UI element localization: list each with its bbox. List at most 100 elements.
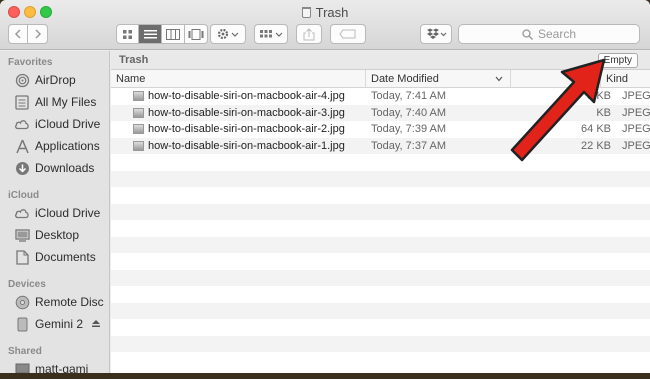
finder-window: Trash Search Favorites AirDrop All My Fi… (0, 0, 650, 373)
trash-location-bar: Trash Empty (111, 51, 650, 70)
navigation-buttons (8, 24, 48, 44)
list-view-button[interactable] (139, 24, 162, 44)
file-size: 64 KB (581, 123, 611, 135)
arrange-menu-button[interactable] (254, 24, 288, 44)
sidebar-item-icloud-drive[interactable]: iCloud Drive (14, 114, 110, 134)
file-name-cell: how-to-disable-siri-on-macbook-air-4.jpg (133, 88, 345, 105)
desktop-icon (14, 227, 30, 243)
empty-row (111, 220, 650, 237)
cloud-icon (14, 116, 30, 132)
sidebar-item-label: AirDrop (35, 73, 76, 87)
icon-view-icon (123, 29, 132, 39)
empty-row (111, 236, 650, 253)
sidebar-heading-favorites: Favorites (8, 57, 53, 68)
sidebar-item-label: Downloads (35, 161, 95, 175)
dropbox-menu-button[interactable] (420, 24, 452, 44)
empty-row (111, 269, 650, 286)
sidebar-item-all-my-files[interactable]: All My Files (14, 92, 110, 112)
location-label: Trash (119, 54, 149, 66)
file-size: KB (596, 106, 611, 119)
toolbar: Trash Search (0, 0, 650, 50)
empty-row (111, 154, 650, 171)
sidebar-item-gemini-2[interactable]: Gemini 2 (14, 314, 110, 334)
chevron-left-icon (14, 29, 21, 39)
table-row[interactable]: how-to-disable-siri-on-macbook-air-4.jpg… (111, 88, 650, 105)
sidebar-item-label: Desktop (35, 228, 80, 242)
file-size: 22 KB (581, 139, 611, 152)
empty-row (111, 302, 650, 319)
cover-flow-button[interactable] (185, 24, 208, 44)
sidebar-item-applications[interactable]: Applications (14, 136, 110, 156)
column-name[interactable]: Name (111, 70, 366, 88)
empty-row (111, 187, 650, 204)
gear-icon (217, 28, 239, 40)
search-icon (522, 28, 533, 40)
search-placeholder: Search (537, 27, 577, 41)
sidebar-item-label: Applications (35, 139, 100, 153)
empty-row (111, 335, 650, 352)
file-rows: how-to-disable-siri-on-macbook-air-4.jpg… (111, 88, 650, 369)
empty-trash-button[interactable]: Empty (597, 53, 638, 68)
sidebar-heading-icloud: iCloud (8, 190, 40, 201)
tag-icon (339, 29, 356, 39)
sidebar-item-desktop[interactable]: Desktop (14, 225, 110, 245)
file-date: Today, 7:39 AM (371, 123, 447, 135)
table-row[interactable]: how-to-disable-siri-on-macbook-air-1.jpg… (111, 137, 650, 155)
sidebar-item-documents[interactable]: Documents (14, 247, 110, 267)
sidebar-item-label: All My Files (35, 95, 97, 109)
sidebar-item-airdrop[interactable]: AirDrop (14, 70, 110, 90)
column-size[interactable]: Size (511, 70, 601, 88)
empty-row (111, 170, 650, 187)
applications-icon (14, 138, 30, 154)
share-button[interactable] (296, 24, 322, 44)
sidebar-heading-devices: Devices (8, 279, 46, 290)
jpeg-file-icon (133, 91, 144, 102)
file-name: how-to-disable-siri-on-macbook-air-3.jpg (148, 106, 345, 119)
tags-button[interactable] (330, 24, 366, 44)
forward-button[interactable] (28, 24, 48, 44)
dropbox-icon (427, 28, 447, 39)
sidebar-item-icloud-drive-2[interactable]: iCloud Drive (14, 203, 110, 223)
eject-icon[interactable] (91, 317, 101, 331)
file-kind: JPEG ima (622, 123, 650, 135)
column-header: Name Date Modified Size Kind (111, 70, 650, 88)
view-mode-control (116, 24, 208, 44)
cloud-icon (14, 205, 30, 221)
table-row[interactable]: how-to-disable-siri-on-macbook-air-2.jpg… (111, 121, 650, 138)
sidebar-item-remote-disc[interactable]: Remote Disc (14, 292, 110, 312)
column-date-modified[interactable]: Date Modified (366, 70, 511, 88)
airdrop-icon (14, 72, 30, 88)
chevron-right-icon (34, 29, 41, 39)
file-date: Today, 7:41 AM (371, 90, 447, 102)
list-view-icon (143, 29, 157, 38)
window-title: Trash (0, 5, 650, 20)
file-kind: JPEG ima (622, 90, 650, 102)
table-row[interactable]: how-to-disable-siri-on-macbook-air-3.jpg… (111, 104, 650, 121)
file-name: how-to-disable-siri-on-macbook-air-4.jpg (148, 90, 345, 102)
icon-view-button[interactable] (116, 24, 139, 44)
file-kind: JPEG ima (622, 106, 650, 119)
empty-row (111, 319, 650, 336)
column-view-button[interactable] (162, 24, 185, 44)
sidebar-item-label: Gemini 2 (35, 317, 84, 331)
search-field[interactable]: Search (458, 24, 640, 44)
file-name-cell: how-to-disable-siri-on-macbook-air-1.jpg (133, 138, 345, 155)
column-kind[interactable]: Kind (601, 70, 650, 88)
sidebar-item-label: Remote Disc (35, 295, 104, 309)
sidebar-item-downloads[interactable]: Downloads (14, 158, 110, 178)
sidebar-item-matt-gami[interactable]: matt-gami (14, 359, 110, 373)
documents-icon (14, 249, 30, 265)
file-name-cell: how-to-disable-siri-on-macbook-air-2.jpg (133, 121, 345, 138)
sidebar: Favorites AirDrop All My Files iCloud Dr… (0, 51, 110, 373)
chevron-down-icon (495, 76, 503, 82)
sidebar-item-label: Documents (35, 250, 96, 264)
file-date: Today, 7:40 AM (371, 106, 447, 119)
arrange-icon (260, 30, 283, 38)
empty-row (111, 286, 650, 303)
trash-icon (301, 7, 311, 18)
sidebar-item-label: matt-gami (35, 362, 89, 373)
computer-icon (14, 361, 30, 373)
action-menu-button[interactable] (210, 24, 246, 44)
drive-icon (14, 316, 30, 332)
back-button[interactable] (8, 24, 28, 44)
